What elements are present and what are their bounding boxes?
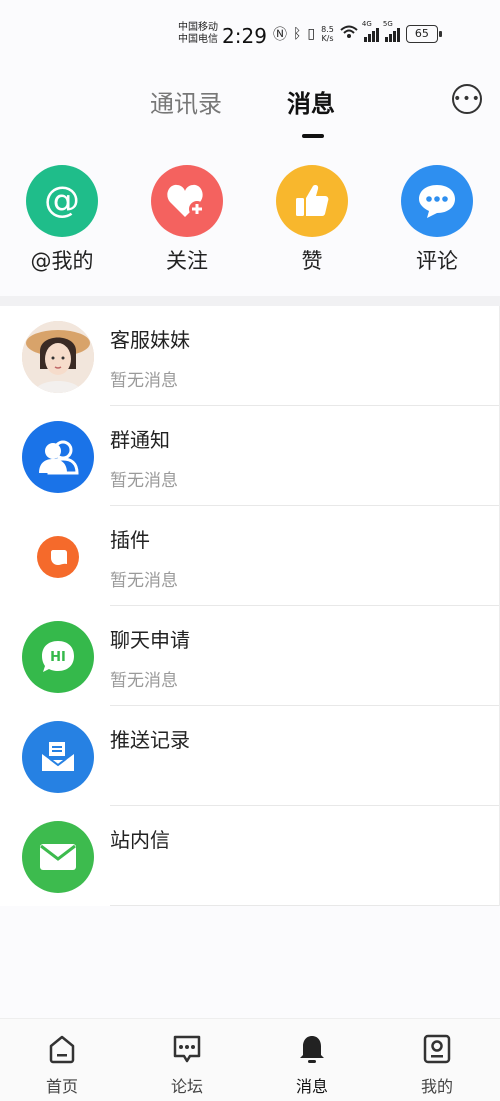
list-item-title: 聊天申请: [110, 628, 190, 652]
carrier-1: 中国移动: [178, 22, 218, 33]
quick-action-label: @我的: [30, 249, 94, 273]
nav-label: 论坛: [170, 1077, 203, 1096]
list-item-subtitle: 暂无消息: [110, 671, 178, 691]
list-item-subtitle: 暂无消息: [110, 471, 178, 491]
bluetooth-icon: ᛒ: [293, 26, 302, 42]
tab-messages[interactable]: 消息: [287, 84, 335, 119]
status-time: 2:29: [222, 24, 267, 48]
quick-action-follow[interactable]: 关注: [137, 165, 237, 275]
vibrate-icon: ▯: [307, 26, 316, 42]
quick-action-at-me[interactable]: @ @我的: [12, 165, 112, 275]
nav-forum[interactable]: 论坛: [147, 1033, 227, 1097]
nav-label: 消息: [295, 1077, 328, 1096]
list-item-title: 站内信: [110, 828, 170, 852]
signal-4g-icon: 4G: [362, 20, 379, 42]
bottom-nav: 首页 论坛 消息 我的: [0, 1018, 500, 1101]
quick-action-label: 评论: [416, 249, 458, 273]
home-icon: [49, 1035, 75, 1064]
list-item-plugin[interactable]: 插件 暂无消息: [0, 506, 500, 606]
list-item-title: 推送记录: [110, 728, 190, 752]
quick-action-label: 赞: [301, 249, 323, 273]
list-item-customer-service[interactable]: 客服妹妹 暂无消息: [0, 306, 500, 406]
group-icon: [22, 421, 94, 493]
hi-bubble-icon: HI: [22, 621, 94, 693]
nav-mine[interactable]: 我的: [397, 1033, 477, 1097]
list-item-title: 客服妹妹: [110, 328, 190, 352]
tab-contacts[interactable]: 通讯录: [150, 84, 222, 119]
section-divider: [0, 296, 500, 306]
network-speed: 8.5 K/s: [321, 25, 334, 43]
bell-icon: [300, 1036, 324, 1063]
status-bar: 中国移动 中国电信 2:29 Ⓝ ᛒ ▯ 8.5 K/s 4G 5G 65: [0, 0, 500, 64]
at-icon: @: [26, 165, 98, 237]
heart-plus-icon: [151, 165, 223, 237]
forum-icon: [173, 1035, 201, 1063]
chat-bubble-icon: [401, 165, 473, 237]
quick-action-label: 关注: [166, 249, 208, 273]
quick-actions: @ @我的 关注 赞 评论: [0, 165, 500, 285]
svg-text:HI: HI: [50, 650, 66, 665]
list-item-title: 群通知: [110, 428, 170, 452]
battery-indicator: 65: [405, 25, 442, 43]
list-item-chat-request[interactable]: HI 聊天申请 暂无消息: [0, 606, 500, 706]
wifi-icon: [340, 25, 358, 43]
envelope-icon: [22, 821, 94, 893]
signal-5g-icon: 5G: [383, 20, 400, 42]
quick-action-like[interactable]: 赞: [262, 165, 362, 275]
carrier-2: 中国电信: [178, 34, 218, 45]
quick-action-comment[interactable]: 评论: [387, 165, 487, 275]
message-list: 客服妹妹 暂无消息 群通知 暂无消息 插件 暂无消息 HI 聊天申请 暂无消息 …: [0, 306, 500, 906]
list-item-group-notice[interactable]: 群通知 暂无消息: [0, 406, 500, 506]
inbox-icon: [22, 721, 94, 793]
top-tabs: 通讯录 消息: [0, 84, 500, 144]
svg-text:@: @: [44, 180, 80, 221]
nfc-icon: Ⓝ: [273, 27, 287, 43]
list-item-site-mail[interactable]: 站内信: [0, 806, 500, 906]
list-item-subtitle: 暂无消息: [110, 571, 178, 591]
list-item-title: 插件: [110, 528, 150, 552]
nav-messages[interactable]: 消息: [272, 1033, 352, 1097]
nav-label: 首页: [45, 1077, 78, 1096]
thumbs-up-icon: [276, 165, 348, 237]
avatar: [22, 321, 94, 393]
chat-options-icon[interactable]: •••: [452, 84, 482, 114]
plugin-icon: [22, 521, 94, 593]
list-item-subtitle: 暂无消息: [110, 371, 178, 391]
profile-icon: [423, 1034, 451, 1064]
tab-indicator: [302, 134, 324, 138]
nav-home[interactable]: 首页: [22, 1033, 102, 1097]
list-item-push-records[interactable]: 推送记录: [0, 706, 500, 806]
nav-label: 我的: [420, 1077, 453, 1096]
carrier-info: 中国移动 中国电信: [178, 22, 218, 46]
